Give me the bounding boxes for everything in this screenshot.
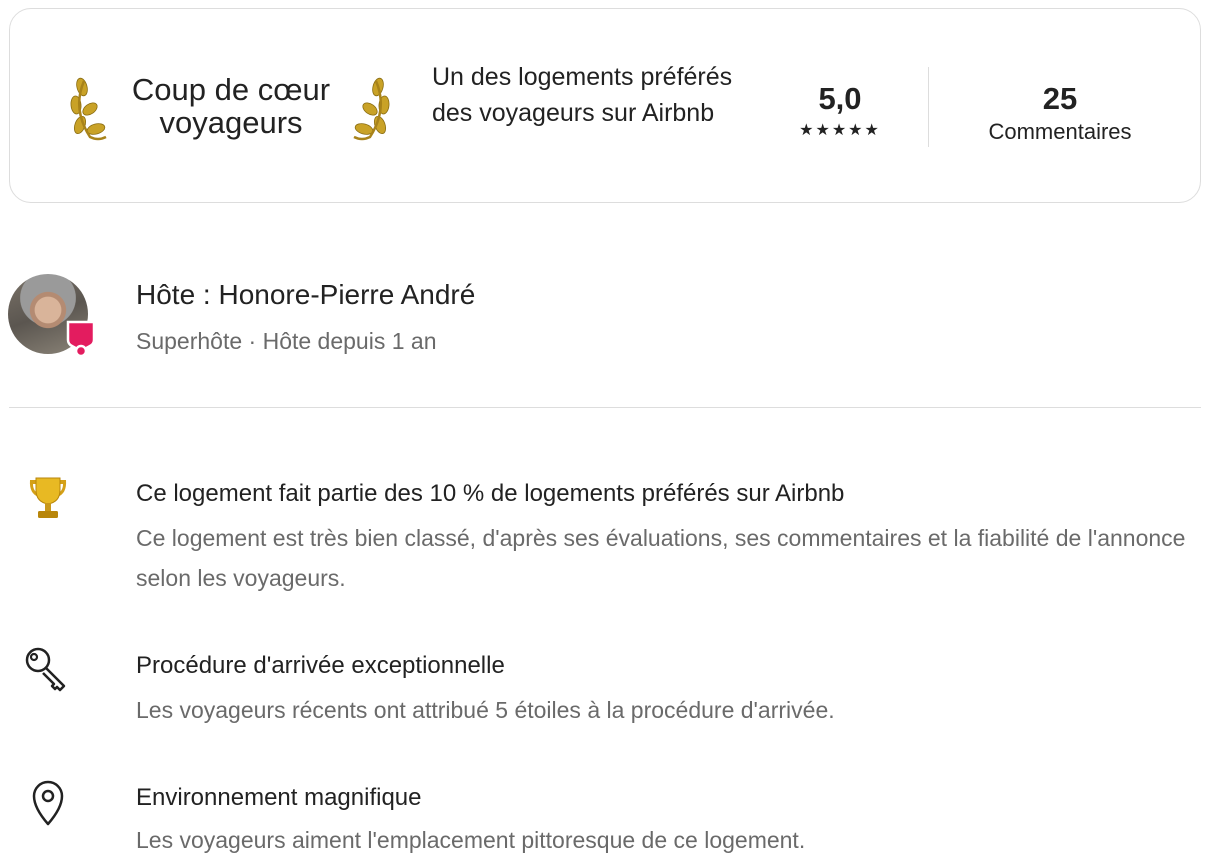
highlight-title: Ce logement fait partie des 10 % de loge… [136, 480, 845, 507]
host-name: Hôte : Honore-Pierre André [136, 279, 476, 310]
host-avatar[interactable] [8, 274, 96, 358]
host-subtitle: Superhôte · Hôte depuis 1 an [136, 328, 437, 354]
stats-divider [928, 67, 929, 147]
guest-favorite-title-line1: Coup de cœur [131, 72, 331, 107]
reviews-count: 25 [1042, 81, 1078, 116]
rating-block[interactable]: 5,0 ★★★★★ [780, 81, 900, 141]
highlight-text: Ce logement est très bien classé, d'aprè… [136, 525, 1186, 591]
guest-favorite-description: Un des logements préférés des voyageurs … [432, 63, 733, 127]
section-divider [9, 407, 1201, 408]
rating-stars-icon: ★★★★★ [799, 122, 881, 139]
laurel-right-icon [353, 77, 390, 141]
superhost-badge-icon [66, 320, 96, 358]
location-pin-icon [32, 780, 64, 826]
guest-favorite-card: Coup de cœur voyageurs Un des logements … [9, 8, 1201, 203]
reviews-link[interactable]: 25 Commentaires [960, 81, 1160, 145]
laurel-left-icon [70, 77, 107, 141]
highlight-title: Procédure d'arrivée exceptionnelle [136, 652, 505, 679]
key-icon [25, 647, 66, 692]
reviews-label: Commentaires [988, 119, 1132, 144]
highlight-text: Les voyageurs récents ont attribué 5 éto… [136, 697, 835, 723]
highlight-title: Environnement magnifique [136, 784, 422, 811]
highlight-text: Les voyageurs aiment l'emplacement pitto… [136, 827, 806, 853]
guest-favorite-title-line2: voyageurs [159, 105, 303, 140]
rating-value: 5,0 [818, 81, 862, 116]
guest-favorite-title: Coup de cœur voyageurs [110, 73, 352, 139]
trophy-icon [29, 477, 67, 518]
